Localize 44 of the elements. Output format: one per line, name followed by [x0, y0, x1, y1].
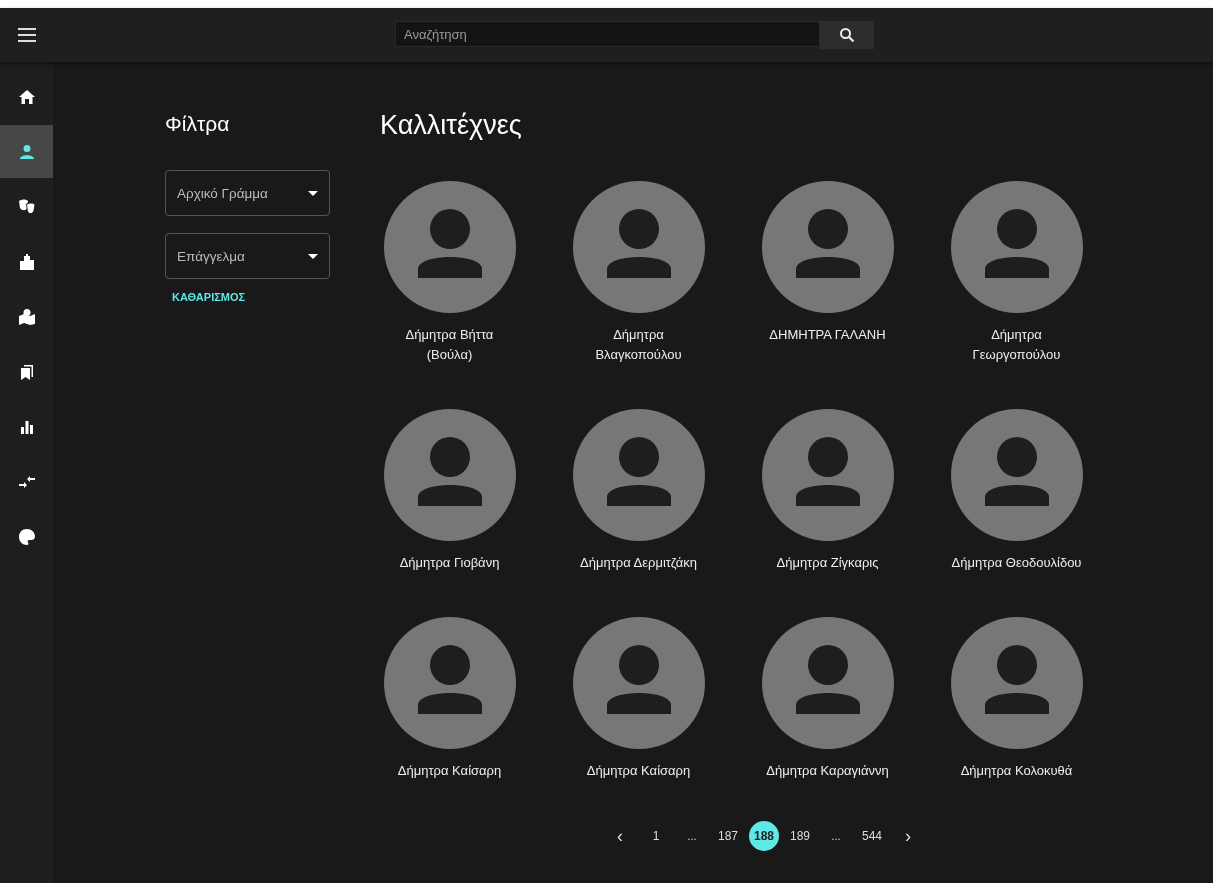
page-title: Καλλιτέχνες: [380, 110, 523, 141]
search-field[interactable]: Αναζήτηση: [395, 21, 820, 47]
previous-page-button[interactable]: ‹: [605, 821, 635, 851]
artist-name[interactable]: Δήμητρα Δερμιτζάκη: [580, 553, 697, 573]
avatar-icon[interactable]: [572, 181, 705, 313]
artist-name[interactable]: Δήμητρα Καραγιάννη: [766, 761, 889, 781]
pagination-ellipsis: ...: [686, 830, 698, 842]
artist-name[interactable]: Δήμητρα Βήττα (Βούλα): [405, 325, 494, 365]
artist-name[interactable]: Δήμητρα Θεοδουλίδου: [951, 553, 1082, 573]
avatar-icon[interactable]: [950, 409, 1083, 541]
avatar-icon[interactable]: [950, 181, 1083, 313]
page-button[interactable]: 1: [641, 821, 671, 851]
page-button[interactable]: 544: [857, 821, 887, 851]
avatar-icon[interactable]: [383, 617, 516, 749]
page-button[interactable]: 187: [713, 821, 743, 851]
next-page-button[interactable]: ›: [893, 821, 923, 851]
avatar-icon[interactable]: [383, 181, 516, 313]
page-button[interactable]: 189: [785, 821, 815, 851]
artist-name[interactable]: Δήμητρα Γιοβάνη: [399, 553, 500, 573]
page-button[interactable]: 188: [749, 821, 779, 851]
avatar-icon[interactable]: [761, 617, 894, 749]
artist-name[interactable]: Δήμητρα Κολοκυθά: [960, 761, 1073, 781]
artist-name[interactable]: ΔΗΜΗΤΡΑ ΓΑΛΑΝΗ: [769, 325, 886, 345]
avatar-icon[interactable]: [950, 617, 1083, 749]
pagination-ellipsis: ...: [830, 830, 842, 842]
caret-icon: [308, 253, 318, 259]
search-icon: [839, 27, 855, 43]
artist-name[interactable]: Δήμητρα Γεωργοπούλου: [972, 325, 1061, 365]
dropdown[interactable]: Αρχικό Γράμμα: [165, 170, 330, 216]
avatar-icon[interactable]: [761, 409, 894, 541]
caret-icon: [308, 190, 318, 196]
dropdown[interactable]: Επάγγελμα: [165, 233, 330, 279]
clear-button[interactable]: ΚΑΘΑΡΙΣΜΟΣ: [165, 291, 253, 303]
search-button[interactable]: [820, 21, 874, 49]
nav-person-icon[interactable]: [0, 125, 53, 178]
artist-name[interactable]: Δήμητρα Ζίγκαρις: [776, 553, 879, 573]
artist-name[interactable]: Δήμητρα Βλαγκοπούλου: [595, 325, 682, 365]
avatar-icon[interactable]: [572, 617, 705, 749]
artist-name[interactable]: Δήμητρα Καίσαρη: [397, 761, 502, 781]
avatar-icon[interactable]: [761, 181, 894, 313]
artist-name[interactable]: Δήμητρα Καίσαρη: [586, 761, 691, 781]
filters-title: Φίλτρα: [165, 112, 231, 136]
avatar-icon[interactable]: [383, 409, 516, 541]
avatar-icon[interactable]: [572, 409, 705, 541]
